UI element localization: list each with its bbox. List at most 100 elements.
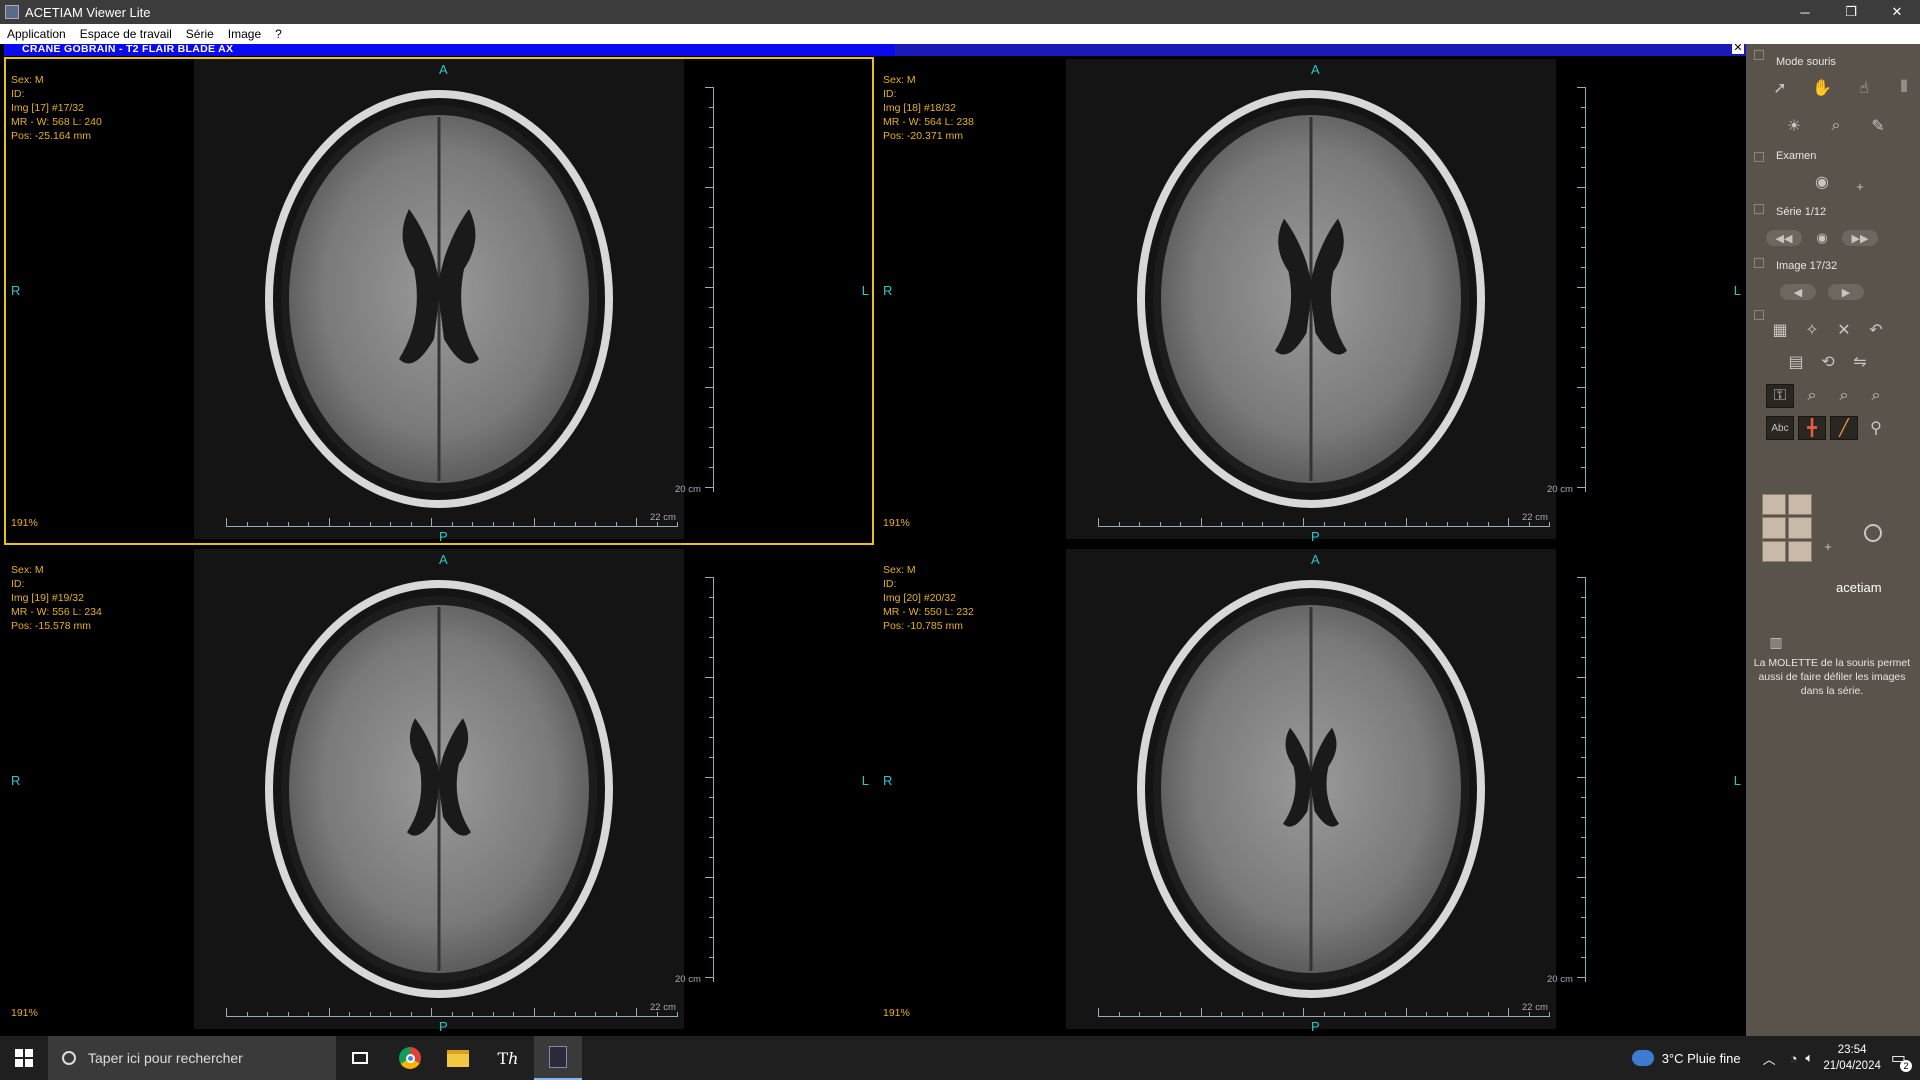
viewport-1[interactable]: Sex: M ID: Img [17] #17/32 MR - W: 568 L… [4,57,874,545]
scale-tick [709,657,713,658]
chevron-up-icon[interactable]: ︿ [1763,1049,1776,1068]
layout-cell[interactable] [1762,540,1786,562]
network-icon[interactable]: ◔ [1790,1051,1798,1066]
file-explorer-icon[interactable] [434,1036,482,1080]
layout-cell[interactable] [1762,494,1786,516]
scale-tick [1581,447,1585,448]
clipboard-icon[interactable]: ▤ [1782,350,1810,374]
scale-tick [410,1012,412,1016]
image-prev-button[interactable]: ◀ [1780,284,1816,300]
scale-tick [615,1012,617,1016]
acetiam-viewer-taskbar-icon[interactable] [534,1036,582,1080]
start-button[interactable] [0,1036,48,1080]
mri-image[interactable] [1066,549,1556,1029]
scroll-icon[interactable]: ⫴ [1890,76,1918,100]
viewport-2[interactable]: Sex: M ID: Img [18] #18/32 MR - W: 564 L… [876,57,1746,545]
search-input[interactable] [88,1050,318,1066]
layout-cell[interactable] [1788,540,1812,562]
overlay-image-number: Img [19] #19/32 [11,592,84,604]
tools-checkbox[interactable] [1754,310,1764,320]
menu-application[interactable]: Application [0,27,73,41]
line-measure-icon[interactable]: ╱ [1830,416,1858,440]
mode-checkbox[interactable] [1754,50,1764,60]
scale-tick [595,522,596,526]
scale-tick [431,1008,432,1016]
rotate-icon[interactable]: ⟲ [1814,350,1842,374]
taskbar-search[interactable] [48,1036,336,1080]
undo-icon[interactable]: ↶ [1862,318,1890,342]
menu-image[interactable]: Image [221,27,268,41]
zoom-level: 191% [883,517,910,529]
overlay-position: Pos: -20.371 mm [883,130,963,142]
zoom-out-icon[interactable]: ⌕ [1862,384,1890,408]
series-select-icon[interactable]: ◉ [1808,226,1836,250]
layout-add-button[interactable]: + [1814,538,1842,554]
scale-tick [709,327,713,328]
exam-add-button[interactable]: + [1846,174,1874,198]
layout-cell[interactable] [1762,517,1786,539]
exam-select-icon[interactable]: ◉ [1808,170,1836,194]
scale-tick [709,427,713,428]
scale-tick [1581,267,1585,268]
pan-hand-icon[interactable]: ✋ [1808,76,1836,100]
grid-layout-icon[interactable]: ▦ [1766,318,1794,342]
lock-zoom-icon[interactable]: ⚿ [1766,384,1794,408]
orientation-posterior: P [439,529,448,544]
flip-icon[interactable]: ⇋ [1846,350,1874,374]
scale-tick [1581,227,1585,228]
scale-tick [705,677,713,678]
series-prev-button[interactable]: ◀◀ [1766,230,1802,246]
menu-series[interactable]: Série [179,27,221,41]
task-view-icon[interactable] [336,1036,384,1080]
image-next-button[interactable]: ▶ [1828,284,1864,300]
image-checkbox[interactable] [1754,258,1764,268]
mri-image[interactable] [194,59,684,539]
minimize-button[interactable]: ─ [1782,0,1828,24]
clock[interactable]: 23:54 21/04/2024 [1823,1042,1881,1074]
close-button[interactable]: ✕ [1874,0,1920,24]
measure-icon[interactable]: ✎ [1864,114,1892,138]
magnifier-icon[interactable]: ⌕ [1822,114,1850,138]
viewport-3[interactable]: Sex: M ID: Img [19] #19/32 MR - W: 556 L… [4,547,874,1035]
scale-tick [1581,897,1585,898]
layout-cell[interactable] [1788,517,1812,539]
power-icon[interactable] [1864,524,1882,542]
series-next-button[interactable]: ▶▶ [1842,230,1878,246]
ruler-grid-icon[interactable]: ╋ [1798,416,1826,440]
scale-tick [709,407,713,408]
mri-image[interactable] [1066,59,1556,539]
pointer-icon[interactable]: ➚ [1766,76,1794,100]
zoom-fit-icon[interactable]: ⌕ [1798,384,1826,408]
text-app-icon[interactable]: Tℎ [484,1036,532,1080]
zoom-hand-icon[interactable]: ☝ [1850,76,1878,100]
annotation-text-icon[interactable]: Abc [1766,416,1794,440]
scale-tick [1467,1012,1468,1016]
menu-workspace[interactable]: Espace de travail [73,27,179,41]
scale-tick [709,717,713,718]
overlay-window-level: MR - W: 564 L: 238 [883,116,974,128]
viewport-4[interactable]: Sex: M ID: Img [20] #20/32 MR - W: 550 L… [876,547,1746,1035]
scale-tick [1385,1012,1386,1016]
series-checkbox[interactable] [1754,204,1764,214]
exam-checkbox[interactable] [1754,152,1764,162]
series-close-button[interactable]: ✕ [1732,42,1744,54]
weather-icon[interactable] [1631,1050,1654,1066]
restore-button[interactable]: ❐ [1828,0,1874,24]
brightness-icon[interactable]: ☀ [1780,114,1808,138]
volume-icon[interactable]: 🔈︎ [1806,1050,1814,1066]
mri-image[interactable] [194,549,684,1029]
notification-icon[interactable]: ▭ 2 [1891,1048,1912,1072]
menu-help[interactable]: ? [268,27,289,41]
scale-tick [410,522,412,526]
layout-cell[interactable] [1788,494,1812,516]
scale-tick [1581,817,1585,818]
layout-selector[interactable] [1762,494,1812,562]
weather-text[interactable]: 3°C Pluie fine [1662,1051,1741,1066]
scale-tick [1364,1012,1366,1016]
zoom-in-icon[interactable]: ⌕ [1830,384,1858,408]
sync-icon[interactable]: ✧ [1798,318,1826,342]
crossref-icon[interactable]: ✕ [1830,318,1858,342]
scale-tick [1581,697,1585,698]
probe-icon[interactable]: ⚲ [1862,416,1890,440]
chrome-icon[interactable] [386,1036,434,1080]
